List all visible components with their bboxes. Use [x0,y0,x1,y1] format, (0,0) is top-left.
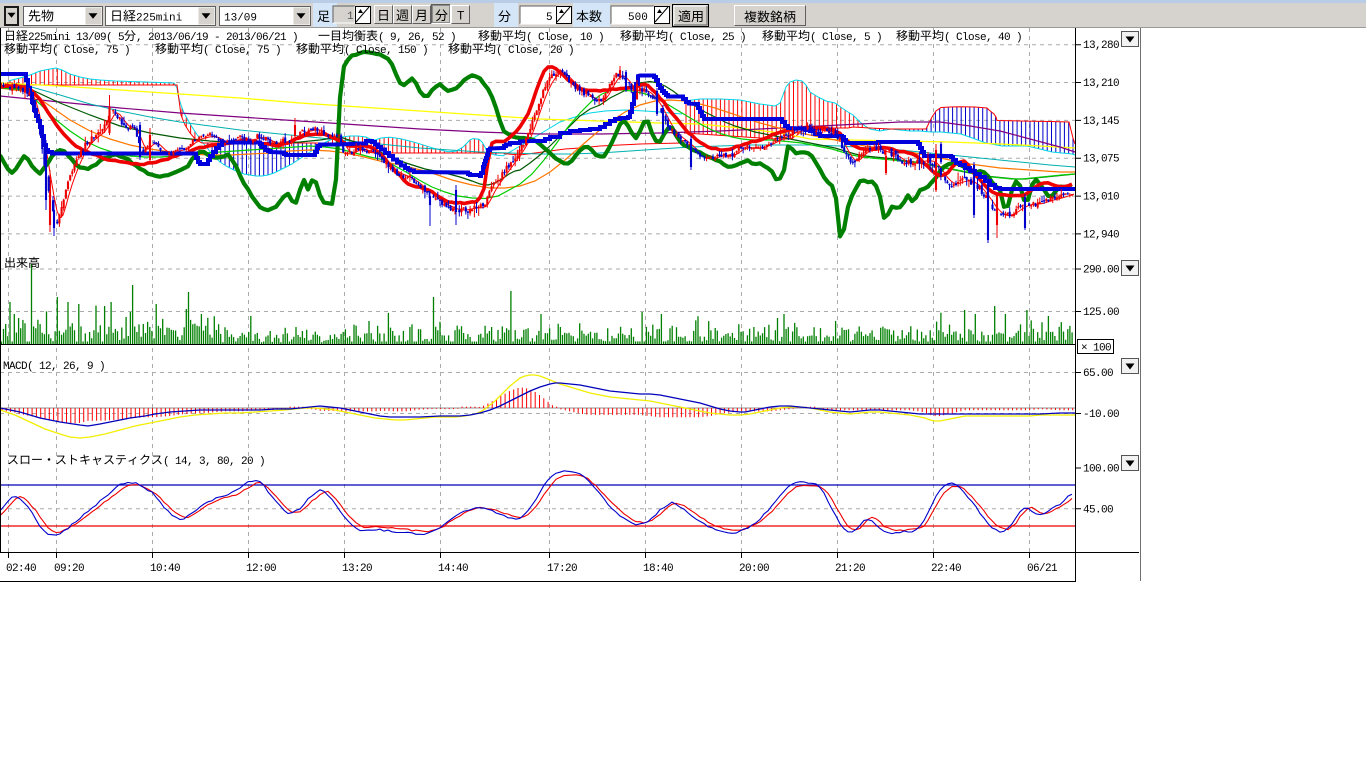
svg-text:( Close, 40 ): ( Close, 40 ) [944,32,1022,44]
svg-text:06/21: 06/21 [1027,563,1058,575]
svg-text:( Close, 75 ): ( Close, 75 ) [203,45,281,57]
svg-text:12,940: 12,940 [1083,229,1119,241]
svg-text:100.00: 100.00 [1083,464,1119,476]
svg-text:( Close, 75 ): ( Close, 75 ) [52,45,130,57]
svg-text:20:00: 20:00 [739,563,769,575]
svg-text:( Close, 20 ): ( Close, 20 ) [496,45,574,57]
svg-text:( Close, 5 ): ( Close, 5 ) [810,32,882,44]
svg-text:225mini 13/09( 5: 225mini 13/09( 5 [28,32,124,44]
svg-text:13/09: 13/09 [224,13,257,25]
svg-text:13,145: 13,145 [1083,116,1119,128]
svg-text:225mini: 225mini [136,13,183,25]
svg-text:( 9, 26, 52 ): ( 9, 26, 52 ) [378,32,456,44]
svg-text:T: T [457,9,465,23]
svg-text:02:40: 02:40 [6,563,36,575]
svg-text:18:40: 18:40 [643,563,673,575]
svg-text:10:40: 10:40 [150,563,180,575]
svg-text:1: 1 [347,11,354,23]
svg-text:17:20: 17:20 [547,563,577,575]
svg-text:13,075: 13,075 [1083,154,1119,166]
svg-text:13,210: 13,210 [1083,78,1119,90]
svg-text:290.00: 290.00 [1083,265,1119,277]
svg-text:13:20: 13:20 [342,563,372,575]
svg-text:14:40: 14:40 [438,563,468,575]
svg-text:125.00: 125.00 [1083,307,1119,319]
svg-text:MACD( 12, 26, 9 ): MACD( 12, 26, 9 ) [3,361,105,373]
svg-text:45.00: 45.00 [1083,504,1113,516]
svg-text:65.00: 65.00 [1083,368,1113,380]
svg-text:( 14, 3, 80, 20 ): ( 14, 3, 80, 20 ) [163,456,265,468]
svg-text:09:20: 09:20 [54,563,84,575]
svg-text:( Close, 150 ): ( Close, 150 ) [344,45,428,57]
svg-text:500: 500 [628,12,648,24]
svg-text:( Close, 25 ): ( Close, 25 ) [668,32,746,44]
svg-text:× 100: × 100 [1081,343,1111,355]
svg-text:21:20: 21:20 [835,563,865,575]
svg-text:-10.00: -10.00 [1083,409,1119,421]
svg-text:22:40: 22:40 [931,563,961,575]
svg-text:13,280: 13,280 [1083,40,1119,52]
svg-text:12:00: 12:00 [246,563,276,575]
svg-text:, 2013/06/19 - 2013/06/21 ): , 2013/06/19 - 2013/06/21 ) [136,32,298,44]
svg-text:( Close, 10 ): ( Close, 10 ) [526,32,604,44]
svg-text:13,010: 13,010 [1083,192,1119,204]
svg-text:5: 5 [546,12,553,24]
